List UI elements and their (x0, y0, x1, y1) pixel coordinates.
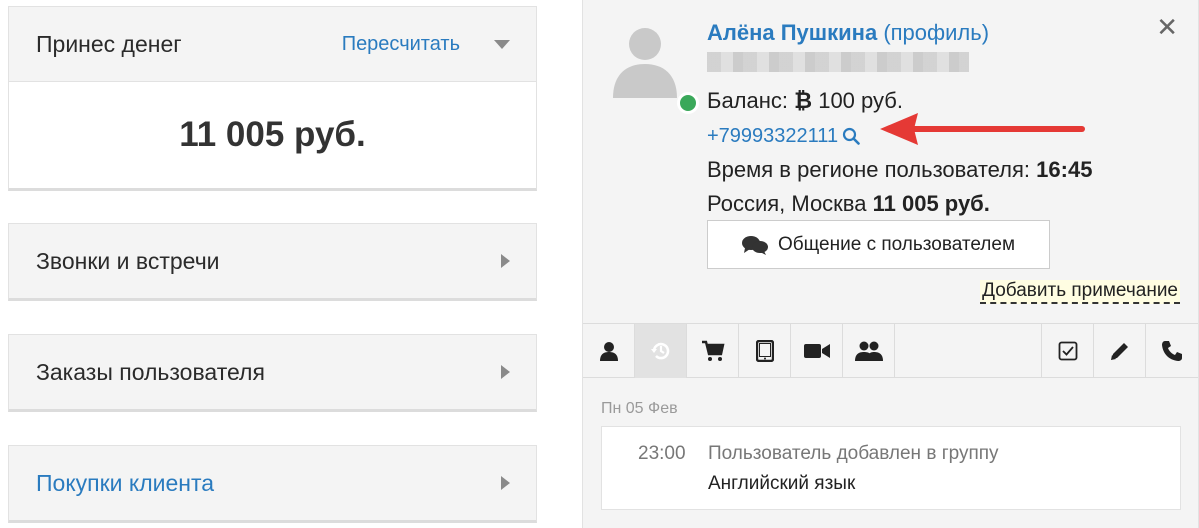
total-amount: 11 005 руб. (872, 191, 990, 216)
chevron-right-icon (501, 365, 510, 379)
earned-panel: Принес денег Пересчитать 11 005 руб. (8, 6, 537, 191)
section-purchases[interactable]: Покупки клиента (8, 445, 537, 523)
close-icon[interactable]: ✕ (1156, 12, 1178, 43)
video-camera-icon (803, 344, 830, 358)
event-time: 23:00 (638, 443, 686, 464)
pencil-icon (1110, 343, 1128, 360)
tab-history[interactable] (635, 324, 687, 378)
tablet-icon (755, 340, 774, 362)
region-time-line: Время в регионе пользователя: 16:45 (707, 153, 1092, 187)
add-note-link[interactable]: Добавить примечание (980, 280, 1180, 304)
checkbox-icon (1058, 341, 1077, 361)
event-title: Пользователь добавлен в группу (708, 443, 999, 464)
chevron-right-icon (501, 254, 510, 268)
bitcoin-icon: ₿ (794, 88, 813, 113)
tab-call[interactable] (1146, 324, 1198, 378)
user-name-link[interactable]: Алёна Пушкина (707, 20, 877, 45)
tab-edit[interactable] (1094, 324, 1146, 378)
tab-spacer (895, 324, 1042, 377)
user-tabs (583, 323, 1198, 378)
balance-line: Баланс: ₿ 100 руб. (707, 84, 1092, 118)
location-line: Россия, Москва 11 005 руб. (707, 187, 1092, 221)
history-date: Пн 05 Фев (601, 400, 678, 417)
phone-number: +79993322111 (707, 125, 839, 147)
location: Россия, Москва (707, 191, 867, 216)
tab-profile[interactable] (583, 324, 635, 378)
section-calls[interactable]: Звонки и встречи (8, 223, 537, 301)
blurred-email (707, 52, 969, 72)
search-icon[interactable] (842, 127, 860, 145)
avatar-placeholder-icon (613, 28, 677, 98)
tab-video[interactable] (791, 324, 843, 378)
online-status-indicator (677, 92, 699, 114)
chat-bubbles-icon (741, 235, 768, 255)
user-info: Алёна Пушкина (профиль) Баланс: ₿ 100 ру… (707, 16, 1092, 221)
tab-group[interactable] (843, 324, 895, 378)
earned-label: Принес денег (36, 30, 182, 57)
history-icon (650, 342, 669, 360)
user-icon (599, 342, 618, 361)
profile-link[interactable]: (профиль) (883, 20, 989, 45)
event-detail: Английский язык (708, 473, 856, 494)
tab-tasks[interactable] (1042, 324, 1094, 378)
cart-icon (701, 340, 724, 361)
region-time-value: 16:45 (1036, 157, 1093, 182)
region-time-label: Время в регионе пользователя: (707, 157, 1031, 182)
balance-label: Баланс: (707, 88, 789, 113)
section-calls-label: Звонки и встречи (36, 247, 220, 274)
earned-header[interactable]: Принес денег Пересчитать (9, 7, 536, 81)
phone-link[interactable]: +79993322111 (707, 119, 860, 153)
chat-button-label: Общение с пользователем (777, 233, 1016, 255)
chat-with-user-button[interactable]: Общение с пользователем (707, 220, 1050, 269)
balance-value: 100 руб. (818, 88, 903, 113)
phone-icon (1162, 341, 1182, 361)
chevron-down-icon[interactable] (494, 39, 510, 49)
users-group-icon (854, 341, 883, 361)
history-event: 23:00 Пользователь добавлен в группу Анг… (601, 426, 1181, 510)
section-purchases-label: Покупки клиента (36, 469, 215, 496)
tab-cart[interactable] (687, 324, 739, 378)
earned-amount: 11 005 руб. (9, 81, 536, 188)
chevron-right-icon (501, 476, 510, 490)
user-card: ✕ Алёна Пушкина (профиль) Баланс: ₿ 100 … (582, 0, 1199, 528)
section-orders[interactable]: Заказы пользователя (8, 334, 537, 412)
section-orders-label: Заказы пользователя (36, 358, 265, 385)
recalculate-link[interactable]: Пересчитать (342, 33, 460, 56)
tab-tablet[interactable] (739, 324, 791, 378)
